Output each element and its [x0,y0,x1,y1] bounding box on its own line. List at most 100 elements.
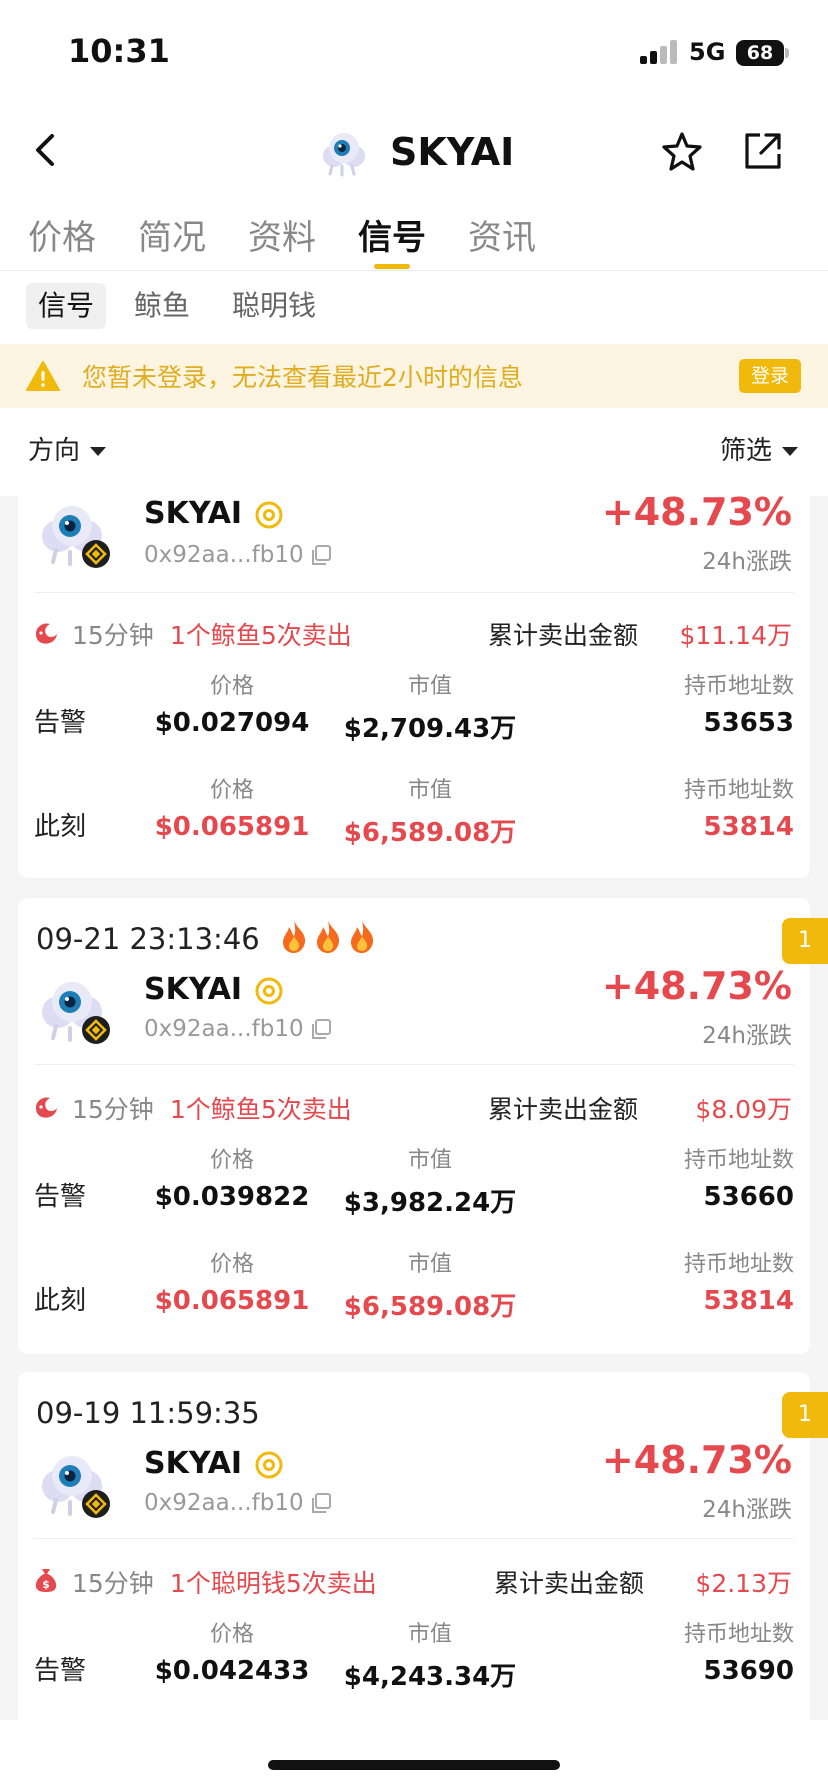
card-divider [34,1064,794,1065]
alert-holders: 53690 [703,1656,794,1686]
now-row-label: 此刻 [34,812,87,842]
direction-filter[interactable]: 方向 [28,430,107,467]
holders-header: 持币地址数 [683,1252,794,1277]
mcap-header: 市值 [407,778,452,803]
signal-period: 15分钟 [72,621,154,650]
fire-icon [317,920,340,953]
now-mcap: $6,589.08万 [343,1292,517,1322]
token-title: SKYAI [318,126,514,178]
home-indicator[interactable] [268,1760,560,1770]
sum-sell-value: $11.14万 [679,621,792,650]
filter-label: 筛选 [719,436,772,466]
copy-icon[interactable] [310,1492,332,1514]
alert-row-label: 告警 [34,708,87,738]
count-badge: 1 [782,1392,828,1438]
skyai-logo-icon [323,133,365,177]
skyai-logo-icon [42,506,110,568]
share-button[interactable] [742,130,784,172]
alert-price: $0.027094 [154,708,310,738]
battery-tip [785,48,789,58]
skyai-logo-icon [42,982,110,1044]
sum-sell-label: 累计卖出金额 [488,1095,639,1124]
whale-icon [36,1097,57,1118]
at-sign-icon [255,977,283,1005]
caret-down-icon [782,447,798,456]
signal-period: 15分钟 [72,1095,154,1124]
token-address: 0x92aa...fb10 [144,542,304,568]
mcap-header: 市值 [407,674,452,699]
fire-icon [283,920,306,953]
now-holders: 53814 [703,812,794,842]
tab-news[interactable]: 资讯 [468,210,536,259]
caret-down-icon [90,447,107,456]
skyai-logo-icon [42,1456,110,1518]
alert-row-label: 告警 [34,1182,87,1212]
back-button[interactable] [26,128,70,172]
alert-mcap: $4,243.34万 [343,1662,517,1692]
count-badge: 1 [782,918,828,964]
holders-header: 持币地址数 [683,674,794,699]
token-name: SKYAI [144,496,243,531]
warning-triangle-icon [26,361,60,391]
holders-header: 持币地址数 [683,778,794,803]
price-header: 价格 [209,1622,254,1647]
tab-price[interactable]: 价格 [28,210,96,259]
sum-sell-value: $8.09万 [695,1095,792,1124]
tab-signals[interactable]: 信号 [358,210,426,259]
subtab-whales[interactable]: 鲸鱼 [134,283,190,329]
card-divider [34,592,794,593]
price-header: 价格 [209,674,254,699]
price-header: 价格 [209,1252,254,1277]
star-outline-icon [662,132,702,171]
whale-icon [36,623,57,644]
signal-icon [640,40,680,64]
alert-price: $0.042433 [154,1656,310,1686]
direction-filter-label: 方向 [28,436,81,466]
tab-info[interactable]: 资料 [248,210,316,259]
holders-header: 持币地址数 [683,1148,794,1173]
signal-text: 1个聪明钱5次卖出 [170,1569,377,1598]
fire-icon [351,920,374,953]
price-header: 价格 [209,1148,254,1173]
svg-text:$: $ [42,1578,50,1591]
favorite-button[interactable] [660,130,704,174]
token-address: 0x92aa...fb10 [144,1016,304,1042]
signal-card[interactable]: SKYAI 0x92aa...fb10 +48.73% 24h涨跌 15分钟 1… [18,470,810,878]
hot-indicator [278,918,378,954]
alert-mcap: $2,709.43万 [343,714,517,744]
now-holders: 53814 [703,1286,794,1316]
filter-dropdown[interactable]: 筛选 [720,430,798,467]
at-sign-icon [255,1451,283,1479]
price-header: 价格 [209,778,254,803]
signal-time: 09-19 11:59:35 [36,1396,260,1430]
price-change-label: 24h涨跌 [702,1023,792,1049]
battery-icon: 68 [736,40,784,66]
mcap-header: 市值 [407,1252,452,1277]
signal-text: 1个鲸鱼5次卖出 [170,1095,352,1124]
share-out-icon [745,133,781,169]
alert-holders: 53660 [703,1182,794,1212]
token-name: SKYAI [144,972,243,1007]
now-row-label: 此刻 [34,1286,87,1316]
sum-sell-label: 累计卖出金额 [488,621,639,650]
tab-overview[interactable]: 简况 [138,210,206,259]
signal-card[interactable]: 09-19 11:59:35 1 SKYAI 0x92aa...fb10 +48… [18,1372,828,1720]
holders-header: 持币地址数 [683,1622,794,1647]
signal-time: 09-21 23:13:46 [36,922,260,956]
login-button[interactable]: 登录 [739,359,801,393]
subtab-smart-money[interactable]: 聪明钱 [232,283,316,329]
copy-icon[interactable] [310,1018,332,1040]
copy-icon[interactable] [310,544,332,566]
active-tab-indicator [374,264,410,269]
price-change: +48.73% [601,490,792,534]
subtab-signals[interactable]: 信号 [26,283,107,329]
network-type: 5G [689,38,726,66]
price-change-label: 24h涨跌 [702,1497,792,1523]
login-banner-text: 您暂未登录，无法查看最近2小时的信息 [82,363,523,392]
price-change: +48.73% [601,964,792,1008]
signal-card[interactable]: 09-21 23:13:46 1 SKYAI 0x92aa...fb10 +48… [18,898,828,1354]
mcap-header: 市值 [407,1622,452,1647]
status-time: 10:31 [68,32,170,70]
home-indicator-area [0,1720,828,1792]
money-bag-icon: $ [35,1569,57,1592]
